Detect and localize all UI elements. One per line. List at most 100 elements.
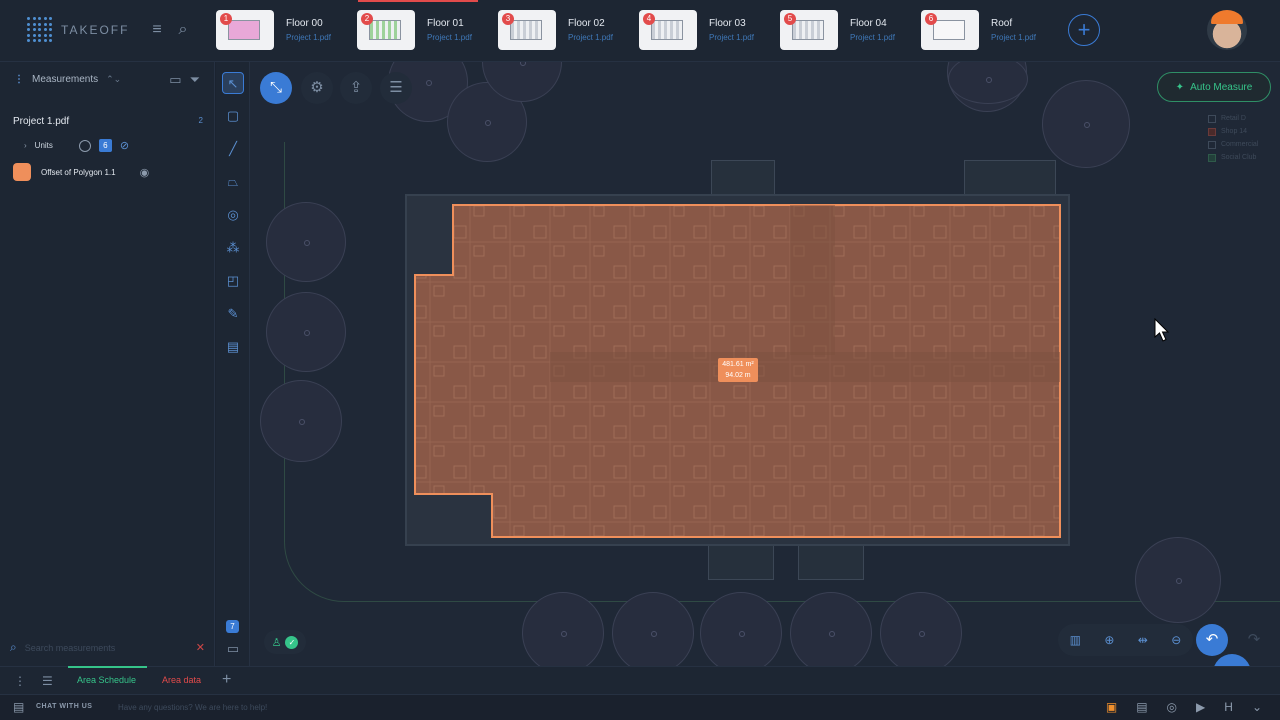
add-folder-icon[interactable]: ▭ <box>169 72 181 88</box>
line-tool-icon[interactable]: ╱ <box>222 138 244 160</box>
search-icon: ⌕ <box>10 640 17 654</box>
tab-file: Project 1.pdf <box>850 33 895 42</box>
legend-item: Retail D <box>1221 115 1246 122</box>
zoom-out-icon[interactable]: ⊖ <box>1171 633 1181 647</box>
group-tool-icon[interactable]: ⁂ <box>222 237 244 259</box>
upload-icon[interactable]: ⇪ <box>340 72 372 104</box>
sheet-bottom-tabs: ⋮ ☰ Area Schedule Area data + <box>0 666 1280 694</box>
gift-icon[interactable]: ▣ <box>1106 700 1117 714</box>
legend-item: Social Club <box>1221 154 1257 161</box>
chat-input[interactable]: Have any questions? We are here to help! <box>118 703 267 712</box>
tool-rail: ↖ ▢ ╱ ⏢ ◎ ⁂ ◰ ✎ ▤ 7 ▭ <box>216 62 250 666</box>
project-row[interactable]: Project 1.pdf 2 <box>13 116 203 127</box>
chevron-down-icon[interactable]: ⌄ <box>1252 700 1262 714</box>
tab-thumbnail: 3 <box>498 10 556 50</box>
tab-area-schedule[interactable]: Area Schedule <box>67 666 148 685</box>
add-tab-icon[interactable]: + <box>222 671 231 689</box>
filter-icon[interactable]: ⏷ <box>190 72 200 88</box>
search-input[interactable]: Search measurements <box>25 643 116 653</box>
kebab-menu-icon[interactable]: ⋮ <box>14 674 26 688</box>
fit-width-icon[interactable]: ⇹ <box>1138 633 1148 647</box>
map-icon[interactable]: ▥ <box>1070 633 1081 647</box>
collapse-all-icon[interactable]: ⌃⌄ <box>106 74 121 85</box>
logo-text: TAKEOFF <box>61 23 130 37</box>
help-icon[interactable]: H <box>1224 700 1233 714</box>
avatar[interactable] <box>1207 10 1247 50</box>
user-icon: ♙ <box>271 636 282 649</box>
menu-icon[interactable]: ≡ <box>147 20 167 40</box>
monitor-icon[interactable]: ▭ <box>222 638 244 660</box>
chevron-right-icon[interactable]: › <box>24 141 27 150</box>
zoom-controls: ▥ ⊕ ⇹ ⊖ <box>1058 624 1193 656</box>
tab-file: Project 1.pdf <box>286 33 331 42</box>
measurement-search: ⌕ Search measurements ✕ <box>10 640 205 655</box>
panel-tools: ▭ ⏷ <box>169 72 200 88</box>
user-status-chip[interactable]: ♙ ✓ <box>264 630 306 654</box>
undo-icon[interactable]: ↶ <box>1196 624 1228 656</box>
tab-thumbnail: 5 <box>780 10 838 50</box>
video-icon[interactable]: ▶ <box>1196 700 1205 714</box>
support-icon[interactable]: ◎ <box>1167 700 1177 714</box>
redo-icon[interactable]: ↷ <box>1238 624 1270 656</box>
drawing-legend: Retail D Shop 14 Commercial Social Club <box>1208 112 1258 164</box>
panel-title: Measurements <box>32 74 99 85</box>
list-icon[interactable]: ☰ <box>42 674 53 688</box>
collapse-icon[interactable]: ⤡ <box>260 72 292 104</box>
document-icon[interactable]: ▤ <box>1136 700 1147 714</box>
tab-area-data[interactable]: Area data <box>162 675 201 685</box>
project-count: 2 <box>198 116 203 125</box>
active-tab-indicator <box>358 0 478 2</box>
drawing-canvas[interactable]: 481.61 m² 94.02 m ⤡ ⚙ ⇪ ☰ ✦ Auto Measure… <box>250 62 1280 666</box>
panel-header: ⋮ Measurements ⌃⌄ <box>14 74 121 85</box>
add-sheet-button[interactable]: + <box>1068 14 1100 46</box>
polygon-label: Offset of Polygon 1.1 <box>41 167 116 177</box>
select-tool-icon[interactable]: ↖ <box>222 72 244 94</box>
tab-name: Floor 02 <box>568 18 605 29</box>
count-tool-icon[interactable]: ◎ <box>222 204 244 226</box>
logo[interactable]: TAKEOFF <box>27 17 129 43</box>
rectangle-tool-icon[interactable]: ▢ <box>222 105 244 127</box>
tab-name: Floor 04 <box>850 18 887 29</box>
tab-thumbnail: 2 <box>357 10 415 50</box>
mouse-cursor-icon <box>1154 318 1170 342</box>
chat-label[interactable]: CHAT WITH US <box>36 703 92 710</box>
list-icon[interactable]: ☰ <box>380 72 412 104</box>
settings-icon[interactable]: ⚙ <box>301 72 333 104</box>
measurements-panel: ⋮ Measurements ⌃⌄ ▭ ⏷ Project 1.pdf 2 › … <box>0 62 215 666</box>
polygon-measurement-row[interactable]: Offset of Polygon 1.1 ◉ <box>13 163 149 181</box>
legend-tool-icon[interactable]: ▤ <box>222 336 244 358</box>
tab-floor-01[interactable]: 2 Floor 01 Project 1.pdf <box>357 9 498 51</box>
clear-search-icon[interactable]: ✕ <box>196 641 205 654</box>
zoom-in-icon[interactable]: ⊕ <box>1104 633 1114 647</box>
auto-measure-label: Auto Measure <box>1190 81 1253 93</box>
tab-floor-00[interactable]: 1 Floor 00 Project 1.pdf <box>216 9 357 51</box>
polygon-tool-icon[interactable]: ⏢ <box>222 171 244 193</box>
area-polygon[interactable] <box>250 62 1280 666</box>
eye-icon[interactable]: ◉ <box>140 166 150 179</box>
tab-file: Project 1.pdf <box>568 33 613 42</box>
eye-off-icon[interactable]: ⊘ <box>120 139 129 152</box>
tab-name: Floor 01 <box>427 18 464 29</box>
tab-floor-03[interactable]: 4 Floor 03 Project 1.pdf <box>639 9 780 51</box>
kebab-menu-icon[interactable]: ⋮ <box>14 74 24 85</box>
project-name: Project 1.pdf <box>13 116 70 127</box>
magic-wand-icon: ✦ <box>1175 81 1185 93</box>
auto-measure-button[interactable]: ✦ Auto Measure <box>1157 72 1271 102</box>
tab-roof[interactable]: 6 Roof Project 1.pdf <box>921 9 1062 51</box>
tab-floor-02[interactable]: 3 Floor 02 Project 1.pdf <box>498 9 639 51</box>
ruler-tool-icon[interactable]: ✎ <box>222 303 244 325</box>
tab-floor-04[interactable]: 5 Floor 04 Project 1.pdf <box>780 9 921 51</box>
measurement-label[interactable]: 481.61 m² 94.02 m <box>718 358 758 382</box>
check-icon: ✓ <box>285 635 299 649</box>
tab-name: Roof <box>991 18 1013 29</box>
footer-bar: ▤ CHAT WITH US Have any questions? We ar… <box>0 694 1280 720</box>
measurement-perimeter: 94.02 m <box>725 372 751 379</box>
tab-file: Project 1.pdf <box>991 33 1036 42</box>
zoom-search-icon[interactable]: ⌕ <box>173 20 193 40</box>
polygon-color-swatch[interactable] <box>13 163 31 181</box>
footer-icons: ▣ ▤ ◎ ▶ H ⌄ <box>1106 700 1262 714</box>
units-group-row[interactable]: › Units 6 ⊘ <box>24 139 154 152</box>
select-circle-icon[interactable] <box>78 139 91 152</box>
chat-icon[interactable]: ▤ <box>13 700 24 714</box>
note-tool-icon[interactable]: ◰ <box>222 270 244 292</box>
